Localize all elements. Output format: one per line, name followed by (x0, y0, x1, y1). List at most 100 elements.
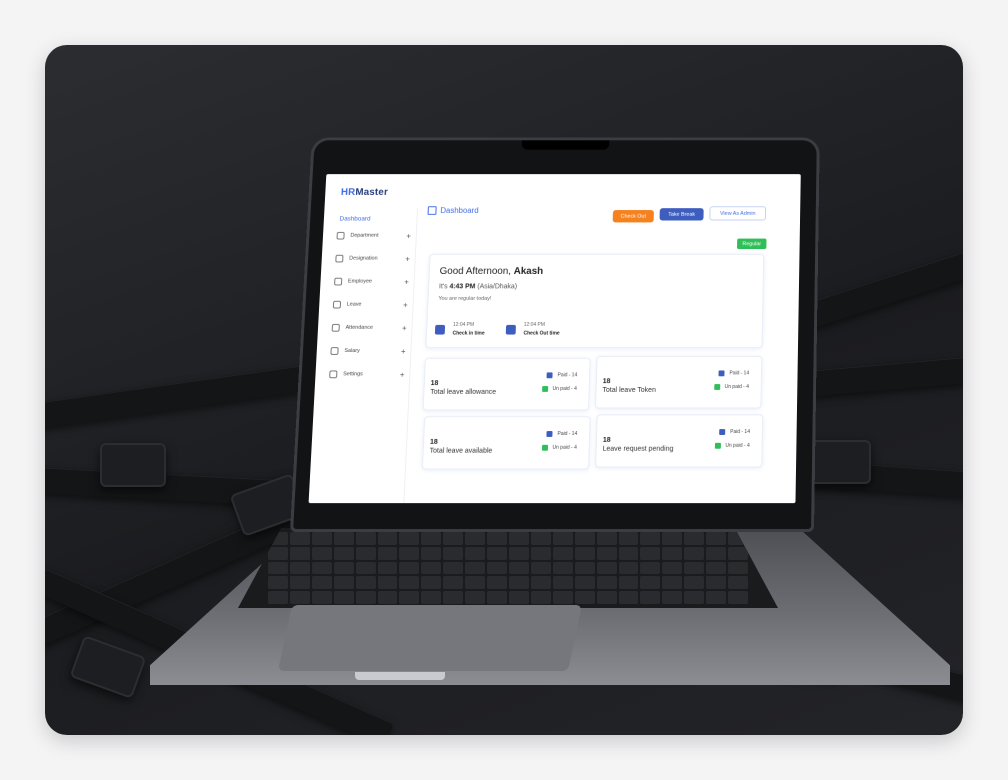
sidebar-item-employee[interactable]: Employee + (334, 275, 409, 288)
stat-value: 18 (602, 378, 611, 386)
paid-legend: Paid - 14 (546, 372, 577, 379)
brand-logo[interactable]: HRMaster (341, 187, 389, 197)
regular-note: You are regular today! (438, 295, 492, 302)
current-time: It's 4:43 PM (Asia/Dhaka) (438, 283, 518, 291)
check-out-button[interactable]: Check Out (612, 210, 654, 223)
keyboard-key (355, 532, 376, 545)
keyboard-key (355, 576, 376, 590)
keyboard-key (508, 561, 529, 575)
stat-label: Total leave Token (602, 387, 656, 394)
expand-plus-icon[interactable]: + (402, 323, 407, 332)
expand-plus-icon[interactable]: + (406, 231, 411, 240)
paid-dot (546, 372, 553, 379)
sidebar-item-dashboard[interactable]: Dashboard (339, 216, 370, 223)
laptop-trackpad (277, 605, 583, 671)
sidebar-item-label: Designation (349, 255, 378, 262)
laptop-keyboard (238, 528, 778, 608)
sidebar-item-settings[interactable]: Settings + (329, 368, 405, 382)
keyboard-key (662, 532, 683, 545)
check-in-info: 12:04 PM Check in time (434, 322, 485, 337)
keyboard-key (377, 532, 398, 545)
sidebar-item-label: Salary (344, 348, 360, 354)
keyboard-key (530, 576, 551, 590)
keyboard-key (662, 546, 683, 560)
keyboard-key (289, 561, 310, 575)
keyboard-key (530, 546, 551, 560)
laptop-front-notch (355, 672, 445, 680)
sidebar-item-department[interactable]: Department + (336, 229, 411, 242)
sidebar-item-label: Employee (347, 278, 373, 285)
take-break-button[interactable]: Take Break (659, 208, 704, 221)
keyboard-key (377, 561, 398, 575)
keyboard-key (706, 532, 727, 545)
attendance-icon (331, 323, 340, 332)
buckle (100, 443, 166, 487)
stat-card: 18 Leave request pending Paid - 14 Un pa… (595, 414, 764, 468)
expand-plus-icon[interactable]: + (400, 370, 405, 379)
department-icon (336, 231, 345, 240)
keyboard-key (706, 561, 727, 575)
keyboard-key (333, 532, 354, 545)
keyboard-key (465, 546, 486, 560)
keyboard-key (377, 546, 398, 560)
keyboard-key (421, 532, 442, 545)
keyboard-key (421, 591, 442, 604)
take-break-label: Take Break (668, 211, 696, 218)
keyboard-key (399, 576, 420, 590)
keyboard-key (552, 591, 573, 604)
keyboard-key (530, 561, 551, 575)
keyboard-key (574, 546, 595, 560)
paid-dot (718, 370, 725, 377)
expand-plus-icon[interactable]: + (403, 300, 408, 309)
stat-card: 18 Total leave available Paid - 14 Un pa… (421, 416, 591, 470)
keyboard-key (596, 576, 617, 590)
employee-icon (334, 277, 343, 286)
keyboard-key (443, 546, 464, 560)
keyboard-key (552, 546, 573, 560)
keyboard-key (640, 546, 661, 560)
laptop-screen: HRMaster Dashboard Department + Designat… (308, 174, 801, 504)
keyboard-key (443, 576, 464, 590)
paid-dot (546, 431, 553, 437)
main-content: Dashboard Check Out Take Break View As A… (408, 202, 800, 503)
keyboard-key (355, 561, 376, 575)
unpaid-dot (713, 384, 720, 390)
keyboard-key (574, 576, 595, 590)
view-as-admin-button[interactable]: View As Admin (709, 206, 767, 221)
keyboard-key (399, 561, 420, 575)
check-in-label: Check in time (452, 330, 485, 337)
keyboard-key (640, 561, 661, 575)
keyboard-key (684, 561, 705, 575)
keyboard-key (552, 532, 573, 545)
sidebar-item-attendance[interactable]: Attendance + (331, 321, 407, 335)
sidebar-item-designation[interactable]: Designation + (335, 252, 410, 265)
paid-dot (719, 429, 726, 435)
keyboard-key (311, 561, 332, 575)
keyboard-key (596, 591, 617, 604)
expand-plus-icon[interactable]: + (401, 347, 406, 356)
check-out-icon (505, 324, 516, 335)
keyboard-key (421, 561, 442, 575)
keyboard-key (530, 532, 551, 545)
keyboard-key (289, 576, 310, 590)
expand-plus-icon[interactable]: + (405, 254, 410, 263)
paid-legend: Paid - 14 (546, 431, 577, 437)
keyboard-key (684, 532, 705, 545)
keyboard-key (487, 532, 507, 545)
keyboard-key (487, 561, 507, 575)
keyboard-key (618, 532, 639, 545)
keyboard-key (552, 576, 573, 590)
sidebar-item-salary[interactable]: Salary + (330, 344, 406, 358)
unpaid-legend: Un paid - 4 (714, 442, 750, 449)
keyboard-key (728, 546, 748, 560)
stat-label: Total leave available (429, 447, 493, 455)
stat-value: 18 (430, 380, 439, 388)
keyboard-key (662, 576, 683, 590)
keyboard-key (684, 591, 705, 604)
keyboard-key (421, 546, 442, 560)
sidebar-item-leave[interactable]: Leave + (332, 298, 408, 311)
keyboard-key (596, 532, 617, 545)
expand-plus-icon[interactable]: + (404, 277, 409, 286)
stat-value: 18 (429, 438, 438, 446)
keyboard-key (421, 576, 442, 590)
